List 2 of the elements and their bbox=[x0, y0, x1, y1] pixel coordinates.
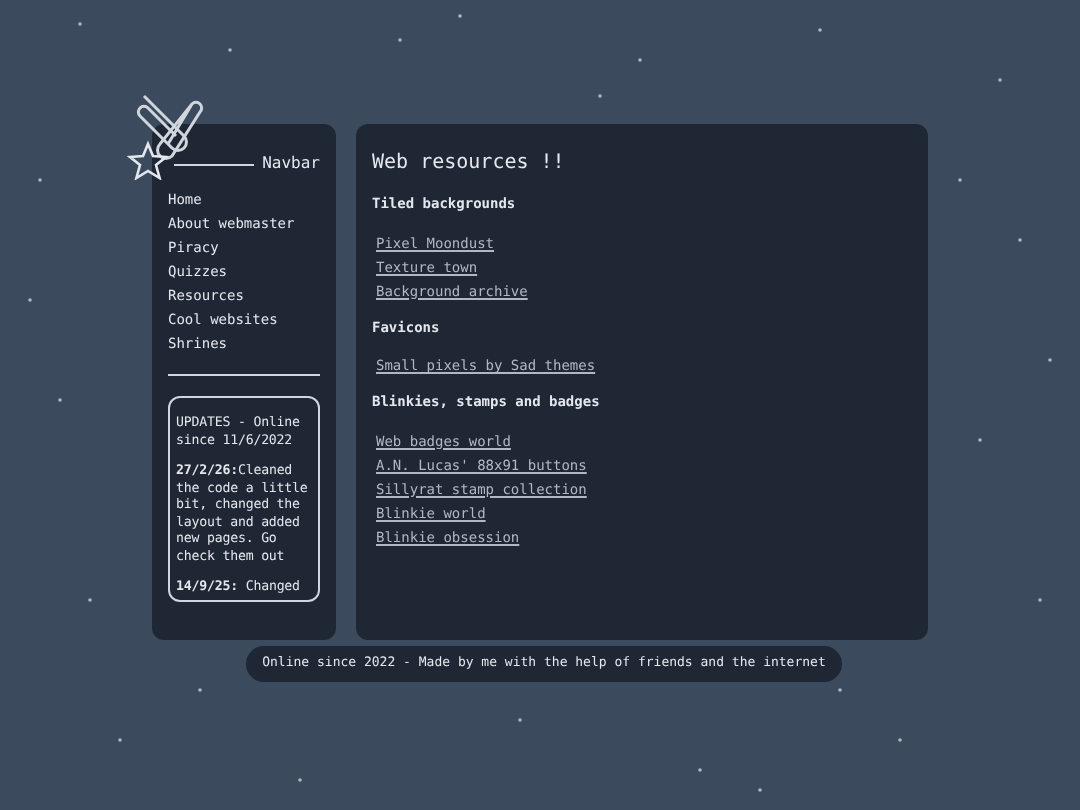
navbar-heading: Navbar bbox=[262, 152, 320, 176]
page-title: Web resources !! bbox=[372, 150, 567, 178]
